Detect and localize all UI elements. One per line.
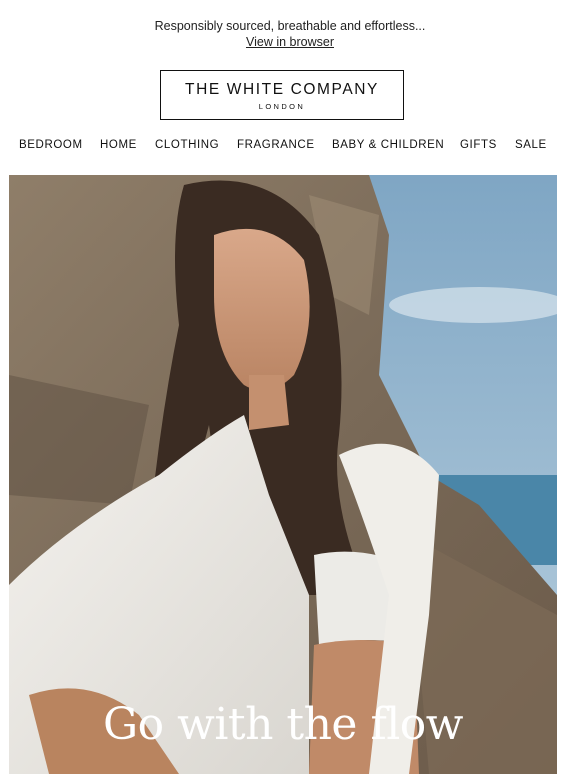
- hero-image: [9, 175, 557, 774]
- nav-item-gifts[interactable]: GIFTS: [460, 139, 497, 151]
- hero-headline: Go with the flow: [103, 699, 463, 750]
- brand-logo[interactable]: THE WHITE COMPANY LONDON: [160, 70, 404, 120]
- hero-banner[interactable]: Go with the flow: [9, 175, 557, 774]
- nav-item-clothing[interactable]: CLOTHING: [155, 139, 219, 151]
- nav-item-sale[interactable]: SALE: [515, 139, 547, 151]
- nav-item-fragrance[interactable]: FRAGRANCE: [237, 139, 315, 151]
- nav-item-bedroom[interactable]: BEDROOM: [19, 139, 83, 151]
- logo-brand-name: THE WHITE COMPANY: [185, 81, 379, 98]
- nav-item-home[interactable]: HOME: [100, 139, 137, 151]
- preheader: Responsibly sourced, breathable and effo…: [0, 18, 580, 50]
- view-in-browser-link[interactable]: View in browser: [246, 35, 334, 49]
- logo-city: LONDON: [258, 102, 306, 111]
- preheader-text: Responsibly sourced, breathable and effo…: [154, 19, 426, 33]
- nav-item-baby-children[interactable]: BABY & CHILDREN: [332, 139, 444, 151]
